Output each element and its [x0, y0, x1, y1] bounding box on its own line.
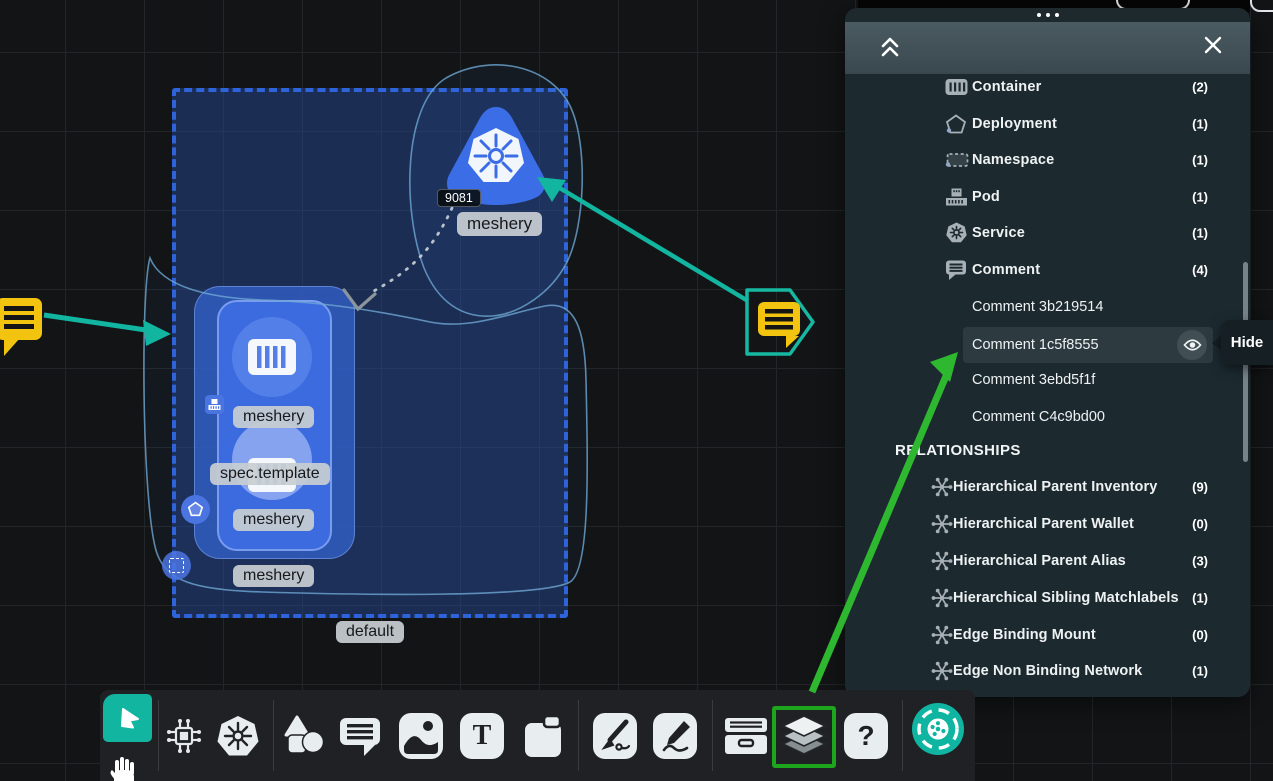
annotation-green-arrow: [0, 0, 1273, 781]
kanvas-design-canvas[interactable]: 9081 meshery meshery spec.template meshe…: [0, 0, 1273, 781]
